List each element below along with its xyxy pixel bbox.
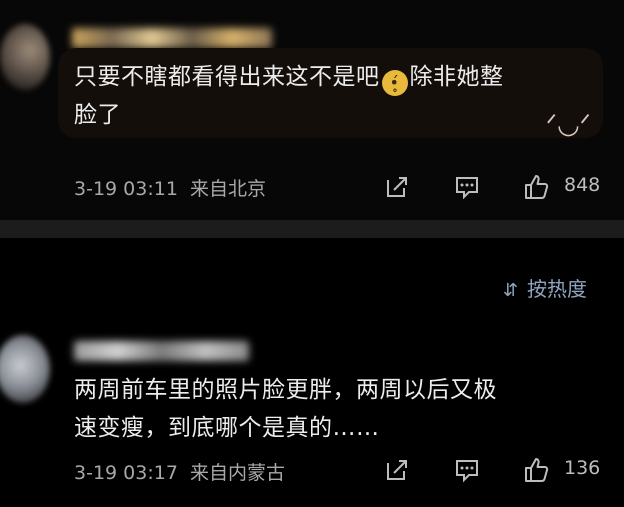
username-blurred[interactable] [74,341,249,361]
comment-actions: 136 [380,455,620,485]
sort-label: 按热度 [527,277,587,301]
avatar[interactable] [0,335,50,403]
comment-meta: 3-19 03:17 来自内蒙古 [74,458,285,485]
like-count: 848 [564,174,601,196]
comment-item: ᐟ◡ᐟ 只要不瞎都看得出来这不是吧 •̥́ 除非她整 脸了 3-19 03:11 来… [0,0,624,220]
comment-text: 两周前车里的照片脸更胖，两周以后又极 速变瘦，到底哪个是真的…… [74,371,594,447]
comment-location: 来自内蒙古 [190,462,286,484]
comment-text-part: 只要不瞎都看得出来这不是吧 [74,64,380,90]
comment-text-part: 除非她整 [409,64,504,90]
like-icon[interactable] [523,457,549,483]
comment-actions: 848 [380,172,620,202]
comment-meta: 3-19 03:11 来自北京 [74,174,266,201]
like-icon[interactable] [523,174,549,200]
section-divider [0,220,624,238]
pleading-face-emoji-icon: •̥́ [381,70,408,96]
comment-location: 来自北京 [190,178,267,200]
share-icon[interactable] [384,457,410,483]
comment-text: 只要不瞎都看得出来这不是吧 •̥́ 除非她整 脸了 [74,58,594,134]
comment-item: 两周前车里的照片脸更胖，两周以后又极 速变瘦，到底哪个是真的…… 3-19 03… [0,325,624,507]
comment-time: 3-19 03:17 [74,462,178,484]
reply-icon[interactable] [454,174,480,200]
sort-icon: ⇵ [503,280,519,301]
like-count: 136 [564,457,601,479]
share-icon[interactable] [384,174,410,200]
comment-text-part: 速变瘦，到底哪个是真的…… [74,415,380,441]
username-blurred[interactable] [72,28,272,48]
comment-text-part: 脸了 [74,102,121,128]
comment-text-part: 两周前车里的照片脸更胖，两周以后又极 [74,377,497,403]
avatar[interactable] [0,24,50,90]
reply-icon[interactable] [454,457,480,483]
comment-time: 3-19 03:11 [74,178,178,200]
sort-by-hot-button[interactable]: ⇵ 按热度 [503,273,587,302]
